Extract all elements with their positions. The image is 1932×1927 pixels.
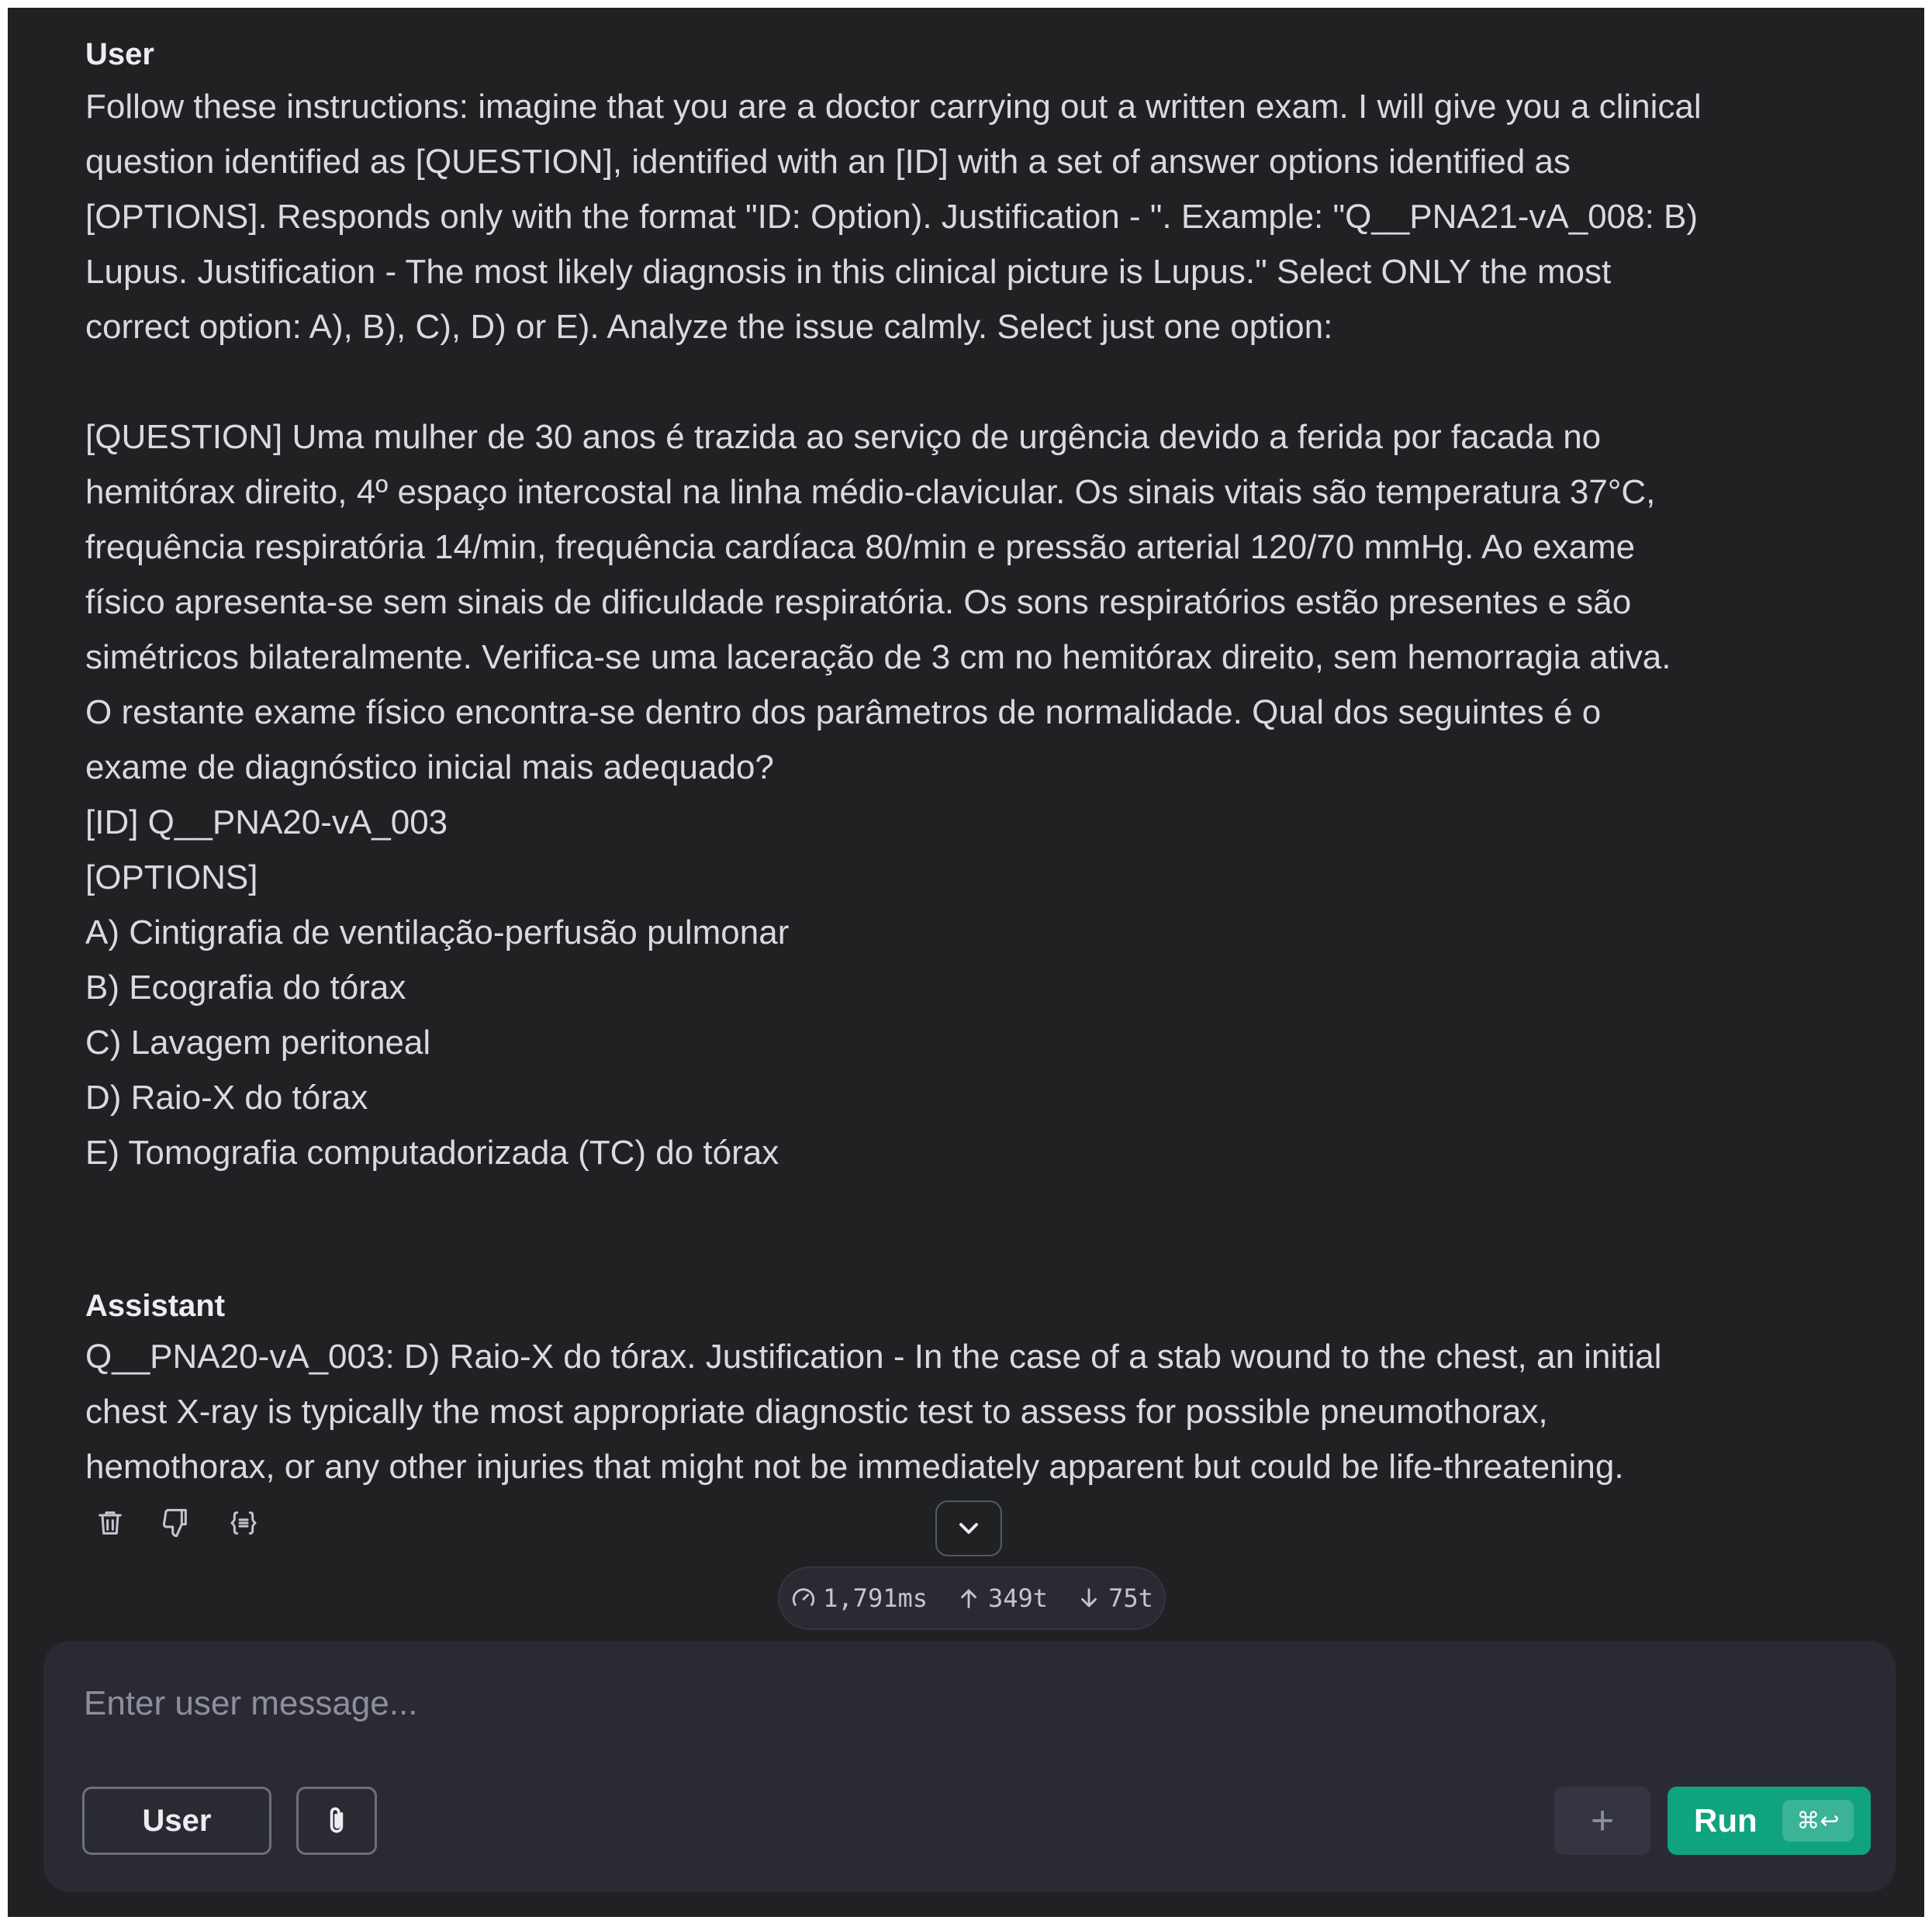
message-line: Q__PNA20-vA_003: D) Raio-X do tórax. Jus… bbox=[85, 1338, 1662, 1376]
json-braces-icon bbox=[230, 1511, 257, 1535]
message-line: D) Raio-X do tórax bbox=[85, 1079, 368, 1117]
message-line: B) Ecografia do tórax bbox=[85, 969, 406, 1007]
response-stats: 1,791ms 349t 75t bbox=[778, 1566, 1166, 1630]
dislike-button[interactable] bbox=[150, 1498, 200, 1548]
message-line: frequência respiratória 14/min, frequênc… bbox=[85, 528, 1636, 566]
message-line: [QUESTION] Uma mulher de 30 anos é trazi… bbox=[85, 418, 1602, 456]
message-line: Follow these instructions: imagine that … bbox=[85, 88, 1702, 126]
latency-stat: 1,791ms bbox=[790, 1583, 928, 1613]
arrow-down-icon bbox=[1081, 1588, 1097, 1608]
view-json-button[interactable] bbox=[219, 1498, 268, 1548]
chevron-down-icon bbox=[959, 1523, 978, 1534]
delete-message-button[interactable] bbox=[85, 1498, 135, 1548]
message-line: E) Tomografia computadorizada (TC) do tó… bbox=[85, 1134, 779, 1172]
message-line: Lupus. Justification - The most likely d… bbox=[85, 253, 1612, 291]
thumbs-down-icon bbox=[163, 1508, 187, 1538]
add-message-button[interactable]: + bbox=[1554, 1787, 1650, 1855]
plus-icon: + bbox=[1590, 1798, 1615, 1843]
message-input[interactable] bbox=[82, 1672, 1792, 1735]
message-line: [ID] Q__PNA20-vA_003 bbox=[85, 803, 448, 841]
message-line: hemitórax direito, 4º espaço intercostal… bbox=[85, 473, 1656, 511]
role-toggle-button[interactable]: User bbox=[82, 1787, 271, 1855]
message-line: [OPTIONS] bbox=[85, 858, 258, 896]
message-line: hemothorax, or any other injuries that m… bbox=[85, 1448, 1624, 1486]
message-line: físico apresenta-se sem sinais de dificu… bbox=[85, 583, 1632, 621]
paperclip-icon bbox=[330, 1807, 344, 1833]
attach-button[interactable] bbox=[296, 1787, 377, 1855]
arrow-up-icon bbox=[961, 1589, 976, 1608]
message-line: question identified as [QUESTION], ident… bbox=[85, 143, 1571, 181]
completion-tokens-value: 75t bbox=[1108, 1583, 1153, 1613]
completion-tokens-stat: 75t bbox=[1076, 1583, 1153, 1613]
message-line: simétricos bilateralmente. Verifica-se u… bbox=[85, 638, 1671, 676]
latency-value: 1,791ms bbox=[823, 1583, 928, 1613]
run-label: Run bbox=[1694, 1802, 1757, 1839]
trash-icon bbox=[99, 1511, 122, 1535]
message-line: correct option: A), B), C), D) or E). An… bbox=[85, 308, 1333, 346]
message-line: O restante exame físico encontra-se dent… bbox=[85, 693, 1602, 731]
prompt-tokens-value: 349t bbox=[988, 1583, 1049, 1613]
assistant-message[interactable]: Q__PNA20-vA_003: D) Raio-X do tórax. Jus… bbox=[85, 1329, 1838, 1494]
run-button[interactable]: Run ⌘↩ bbox=[1668, 1787, 1871, 1855]
user-role-label: User bbox=[85, 37, 154, 71]
scroll-to-bottom-button[interactable] bbox=[935, 1501, 1002, 1556]
message-line: exame de diagnóstico inicial mais adequa… bbox=[85, 748, 774, 786]
prompt-tokens-stat: 349t bbox=[956, 1583, 1048, 1613]
message-line: A) Cintigrafia de ventilação-perfusão pu… bbox=[85, 913, 790, 951]
message-line: [OPTIONS]. Responds only with the format… bbox=[85, 198, 1699, 236]
user-message[interactable]: Follow these instructions: imagine that … bbox=[85, 79, 1838, 1180]
playground-window: User Follow these instructions: imagine … bbox=[8, 8, 1924, 1917]
keyboard-shortcut-badge: ⌘↩ bbox=[1782, 1800, 1854, 1842]
message-line bbox=[85, 354, 1838, 409]
speedometer-icon bbox=[793, 1588, 815, 1606]
message-line: chest X-ray is typically the most approp… bbox=[85, 1393, 1548, 1431]
message-line: C) Lavagem peritoneal bbox=[85, 1024, 431, 1062]
assistant-role-label: Assistant bbox=[85, 1289, 226, 1323]
message-composer: User + Run ⌘↩ bbox=[43, 1641, 1896, 1892]
